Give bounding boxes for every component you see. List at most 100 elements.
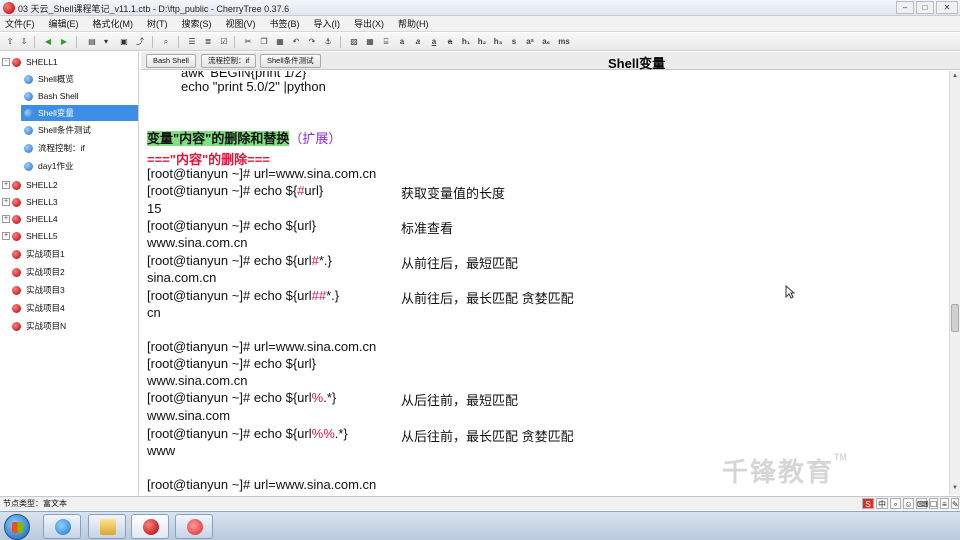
expand-icon[interactable]: + bbox=[2, 198, 10, 206]
menu-file[interactable]: 文件(F) bbox=[5, 17, 35, 30]
subscript-format-button[interactable]: aₛ bbox=[540, 36, 552, 47]
tree-node-project2[interactable]: 实战项目2 bbox=[12, 264, 65, 280]
tree-down-icon[interactable]: ⇩ bbox=[18, 36, 30, 47]
print-icon[interactable]: ▤ bbox=[86, 36, 98, 47]
paste-icon[interactable]: ▦ bbox=[274, 36, 286, 47]
menu-bookmarks[interactable]: 书签(B) bbox=[270, 17, 300, 30]
redo-icon[interactable]: ↷ bbox=[306, 36, 318, 47]
taskbar-app-button[interactable] bbox=[175, 514, 213, 539]
h2-format-button[interactable]: h₂ bbox=[476, 36, 488, 47]
node-title: Shell变量 bbox=[608, 56, 666, 71]
file-explorer-icon bbox=[100, 519, 116, 535]
vertical-scrollbar[interactable]: ▲ ▼ bbox=[949, 71, 960, 495]
command-text: echo ${url} bbox=[253, 356, 316, 371]
find-icon[interactable]: ⌕ bbox=[160, 36, 172, 47]
underline-format-button[interactable]: a bbox=[428, 36, 440, 47]
export-icon[interactable]: ⤴ bbox=[134, 36, 146, 47]
link-icon[interactable]: ⚓ bbox=[322, 36, 334, 47]
superscript-format-button[interactable]: aˢ bbox=[524, 36, 536, 47]
image-icon[interactable]: ▨ bbox=[348, 36, 360, 47]
small-format-button[interactable]: s bbox=[508, 36, 520, 47]
ime-language-toggle[interactable]: 中 bbox=[876, 498, 888, 509]
blue-node-icon bbox=[24, 74, 33, 84]
maximize-button[interactable]: □ bbox=[916, 1, 934, 14]
tree-node-shell5[interactable]: + SHELL5 bbox=[2, 228, 58, 244]
save-icon[interactable]: ▣ bbox=[118, 36, 130, 47]
copy-icon[interactable]: ❐ bbox=[258, 36, 270, 47]
scroll-down-icon[interactable]: ▼ bbox=[950, 483, 960, 493]
codebox-icon[interactable]: ⌸ bbox=[380, 36, 392, 47]
strikethrough-format-button[interactable]: a bbox=[444, 36, 456, 47]
scrollbar-thumb[interactable] bbox=[951, 304, 959, 332]
tree-node-shell-overview[interactable]: Shell概览 bbox=[24, 71, 74, 87]
ime-menu-icon[interactable]: ≡ bbox=[940, 498, 949, 509]
expand-icon[interactable]: + bbox=[2, 232, 10, 240]
ime-logo-icon[interactable]: S bbox=[862, 498, 874, 509]
start-orb-button[interactable] bbox=[4, 514, 30, 540]
close-button[interactable]: ✕ bbox=[936, 1, 958, 14]
recent-node-condition-test[interactable]: Shell条件测试 bbox=[260, 54, 321, 68]
taskbar-explorer-button[interactable] bbox=[88, 514, 126, 539]
forward-arrow-icon[interactable]: ▶ bbox=[58, 36, 70, 47]
undo-icon[interactable]: ↶ bbox=[290, 36, 302, 47]
tree-node-bash-shell[interactable]: Bash Shell bbox=[24, 88, 79, 104]
back-arrow-icon[interactable]: ◀ bbox=[42, 36, 54, 47]
code-line: [root@tianyun ~]# echo ${url} bbox=[147, 218, 316, 233]
tree-node-flow-control-if[interactable]: 流程控制：if bbox=[24, 140, 85, 156]
tree-node-project4[interactable]: 实战项目4 bbox=[12, 300, 65, 316]
table-icon[interactable]: ▦ bbox=[364, 36, 376, 47]
menu-tree[interactable]: 树(T) bbox=[147, 17, 168, 30]
bold-format-button[interactable]: a bbox=[396, 36, 408, 47]
blue-node-icon bbox=[24, 125, 33, 135]
rich-text-editor[interactable]: awk 'BEGIN{print 1/2}' echo "print 5.0/2… bbox=[141, 71, 949, 495]
collapse-icon[interactable]: - bbox=[2, 58, 10, 66]
recent-node-flow-control-if[interactable]: 流程控制：if bbox=[201, 54, 257, 68]
tree-node-shell1[interactable]: - SHELL1 bbox=[2, 54, 58, 70]
taskbar-cherrytree-button[interactable] bbox=[131, 514, 169, 539]
scroll-up-icon[interactable]: ▲ bbox=[950, 71, 960, 81]
h1-format-button[interactable]: h₁ bbox=[460, 36, 472, 47]
tree-node-shell3[interactable]: + SHELL3 bbox=[2, 194, 58, 210]
red-node-icon bbox=[12, 231, 21, 241]
menu-format[interactable]: 格式化(M) bbox=[93, 17, 134, 30]
numbered-list-icon[interactable]: ≣ bbox=[202, 36, 214, 47]
taskbar-ie-button[interactable] bbox=[43, 514, 81, 539]
menu-export[interactable]: 导出(X) bbox=[354, 17, 384, 30]
tree-node-shell-variables[interactable]: Shell变量 bbox=[21, 105, 138, 121]
tree-node-shell-condition-test[interactable]: Shell条件测试 bbox=[24, 122, 91, 138]
tree-node-shell4[interactable]: + SHELL4 bbox=[2, 211, 58, 227]
toolbar: ⇧ ⇩ ◀ ▶ ▤ ▾ ▣ ⤴ ⌕ ☰ ≣ ☑ ✂ ❐ ▦ ↶ ↷ ⚓ ▨ ▦ … bbox=[0, 33, 960, 51]
tree-node-project3[interactable]: 实战项目3 bbox=[12, 282, 65, 298]
menu-import[interactable]: 导入(I) bbox=[314, 17, 341, 30]
tree-node-shell2[interactable]: + SHELL2 bbox=[2, 177, 58, 193]
menu-search[interactable]: 搜索(S) bbox=[182, 17, 212, 30]
tree-up-icon[interactable]: ⇧ bbox=[4, 36, 16, 47]
todo-list-icon[interactable]: ☑ bbox=[218, 36, 230, 47]
expand-icon[interactable]: + bbox=[2, 181, 10, 189]
cut-icon[interactable]: ✂ bbox=[242, 36, 254, 47]
collapse-icon[interactable]: ▾ bbox=[100, 36, 112, 47]
italic-format-button[interactable]: a bbox=[412, 36, 424, 47]
ime-tools-icon[interactable]: ✎ bbox=[951, 498, 959, 509]
expand-icon[interactable]: + bbox=[2, 215, 10, 223]
tree-node-project1[interactable]: 实战项目1 bbox=[12, 246, 65, 262]
red-node-icon bbox=[12, 180, 21, 190]
menu-view[interactable]: 视图(V) bbox=[226, 17, 256, 30]
menu-edit[interactable]: 编辑(E) bbox=[49, 17, 79, 30]
h3-format-button[interactable]: h₃ bbox=[492, 36, 504, 47]
tree-node-label: Shell条件测试 bbox=[38, 125, 91, 135]
monospace-format-button[interactable]: ms bbox=[556, 36, 572, 47]
tree-node-project-n[interactable]: 实战项目N bbox=[12, 318, 66, 334]
comment-text: 从后往前，最短匹配 bbox=[401, 393, 519, 408]
ime-keyboard-icon[interactable]: ⌨ bbox=[916, 498, 929, 509]
blue-node-icon bbox=[24, 143, 33, 153]
ime-skin-icon[interactable]: ☐ bbox=[929, 498, 938, 509]
recent-node-bash-shell[interactable]: Bash Shell bbox=[146, 54, 196, 68]
ime-emoji-icon[interactable]: ☺ bbox=[903, 498, 914, 509]
ime-punct-icon[interactable]: ∘ bbox=[890, 498, 901, 509]
tree-node-day1-homework[interactable]: day1作业 bbox=[24, 158, 73, 174]
comment-text: 从后往前，最长匹配 贪婪匹配 bbox=[401, 429, 574, 444]
minimize-button[interactable]: – bbox=[896, 1, 914, 14]
bullet-list-icon[interactable]: ☰ bbox=[186, 36, 198, 47]
menu-help[interactable]: 帮助(H) bbox=[398, 17, 429, 30]
